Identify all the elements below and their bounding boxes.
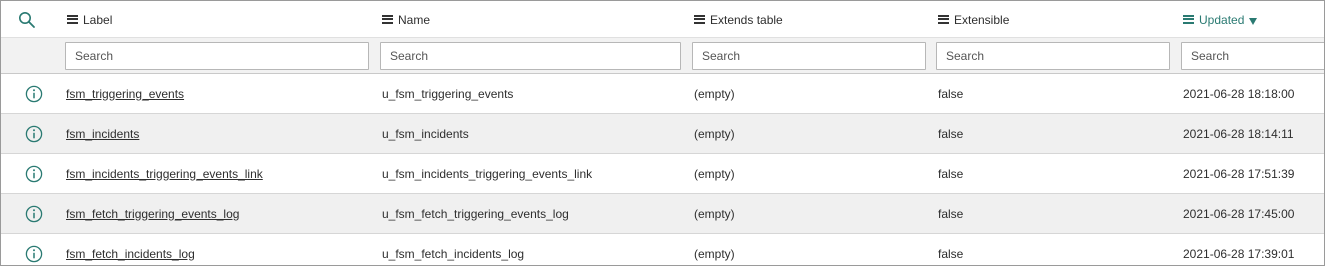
column-header-extensible-text[interactable]: Extensible (954, 13, 1009, 27)
column-header-updated[interactable]: Updated (1183, 1, 1258, 37)
column-header-name[interactable]: Name (382, 1, 430, 37)
hamburger-menu-icon[interactable] (1183, 14, 1194, 24)
info-circle-icon[interactable] (25, 245, 43, 263)
row-updated: 2021-06-28 17:39:01 (1183, 246, 1295, 261)
row-updated: 2021-06-28 18:18:00 (1183, 86, 1295, 101)
column-header-extensible[interactable]: Extensible (938, 1, 1009, 37)
row-extends-table: (empty) (694, 126, 735, 141)
table-header-row: Label Name Extends table Extensible Upda… (1, 1, 1324, 38)
row-name: u_fsm_triggering_events (382, 86, 514, 101)
row-info-button[interactable] (25, 154, 43, 193)
row-updated: 2021-06-28 17:45:00 (1183, 206, 1295, 221)
search-input-updated[interactable] (1181, 41, 1324, 70)
search-input-name[interactable] (380, 41, 681, 70)
column-header-extends-table-text[interactable]: Extends table (710, 13, 783, 27)
search-icon[interactable] (18, 11, 36, 29)
row-info-button[interactable] (25, 234, 43, 265)
table-row: fsm_incidents_triggering_events_link u_f… (1, 154, 1324, 194)
sort-descending-arrow-icon[interactable] (1249, 17, 1258, 25)
row-extends-table: (empty) (694, 246, 735, 261)
row-extends-table: (empty) (694, 86, 735, 101)
row-label-link[interactable]: fsm_fetch_triggering_events_log (66, 207, 239, 221)
row-extensible: false (938, 86, 964, 101)
search-input-label[interactable] (65, 41, 369, 70)
row-label-link[interactable]: fsm_incidents_triggering_events_link (66, 167, 263, 181)
hamburger-menu-icon[interactable] (382, 14, 393, 24)
row-name: u_fsm_incidents_triggering_events_link (382, 166, 593, 181)
row-extensible: false (938, 166, 964, 181)
table-row: fsm_fetch_triggering_events_log u_fsm_fe… (1, 194, 1324, 234)
row-label-link[interactable]: fsm_fetch_incidents_log (66, 247, 195, 261)
row-extensible: false (938, 126, 964, 141)
info-circle-icon[interactable] (25, 85, 43, 103)
column-header-updated-text[interactable]: Updated (1199, 13, 1244, 27)
info-circle-icon[interactable] (25, 165, 43, 183)
row-name: u_fsm_incidents (382, 126, 469, 141)
hamburger-menu-icon[interactable] (694, 14, 705, 24)
table-row: fsm_incidents u_fsm_incidents (empty) fa… (1, 114, 1324, 154)
row-info-button[interactable] (25, 74, 43, 113)
row-extensible: false (938, 246, 964, 261)
row-updated: 2021-06-28 17:51:39 (1183, 166, 1295, 181)
row-updated: 2021-06-28 18:14:11 (1183, 126, 1294, 141)
column-header-label[interactable]: Label (67, 1, 112, 37)
column-header-label-text[interactable]: Label (83, 13, 112, 27)
row-info-button[interactable] (25, 194, 43, 233)
row-extends-table: (empty) (694, 166, 735, 181)
row-label-link[interactable]: fsm_triggering_events (66, 87, 184, 101)
search-input-extends-table[interactable] (692, 41, 926, 70)
row-name: u_fsm_fetch_triggering_events_log (382, 206, 569, 221)
row-extends-table: (empty) (694, 206, 735, 221)
search-toggle-button[interactable] (18, 1, 36, 37)
row-extensible: false (938, 206, 964, 221)
search-input-extensible[interactable] (936, 41, 1170, 70)
row-label-link[interactable]: fsm_incidents (66, 127, 139, 141)
hamburger-menu-icon[interactable] (67, 14, 78, 24)
column-header-name-text[interactable]: Name (398, 13, 430, 27)
column-header-extends-table[interactable]: Extends table (694, 1, 783, 37)
hamburger-menu-icon[interactable] (938, 14, 949, 24)
table-list: Label Name Extends table Extensible Upda… (0, 0, 1325, 266)
column-search-row (1, 38, 1324, 74)
row-info-button[interactable] (25, 114, 43, 153)
table-row: fsm_fetch_incidents_log u_fsm_fetch_inci… (1, 234, 1324, 265)
table-row: fsm_triggering_events u_fsm_triggering_e… (1, 74, 1324, 114)
info-circle-icon[interactable] (25, 125, 43, 143)
row-name: u_fsm_fetch_incidents_log (382, 246, 525, 261)
info-circle-icon[interactable] (25, 205, 43, 223)
